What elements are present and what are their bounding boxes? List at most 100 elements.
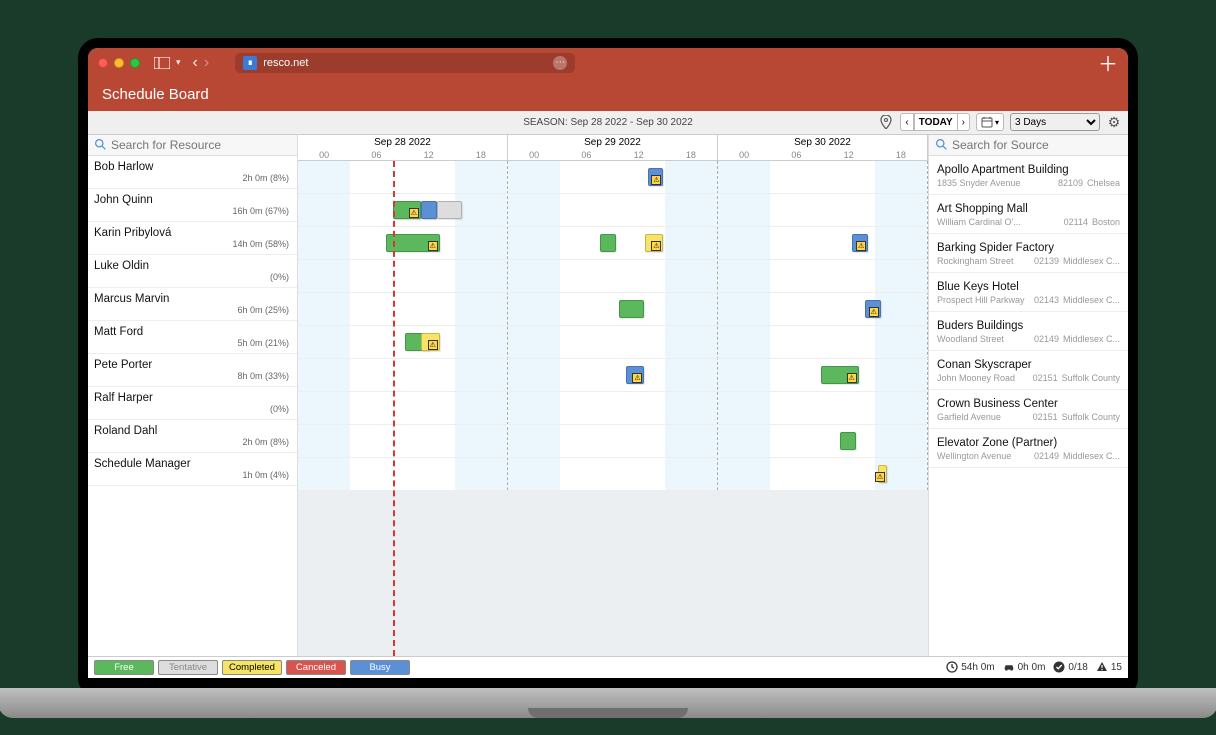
resource-name: Roland Dahl bbox=[94, 425, 289, 437]
clock-icon bbox=[946, 661, 958, 673]
resource-search[interactable] bbox=[88, 135, 297, 156]
resource-row[interactable]: Karin Pribylová14h 0m (58%) bbox=[88, 222, 297, 255]
warning-icon: ⚠ bbox=[428, 241, 438, 251]
resource-util: (0%) bbox=[94, 404, 289, 414]
source-address: John Mooney Road bbox=[937, 373, 1029, 383]
chevron-down-icon[interactable]: ▾ bbox=[176, 57, 181, 68]
address-bar[interactable]: ∎ resco.net ⋯ bbox=[235, 53, 575, 73]
resource-row[interactable]: Marcus Marvin6h 0m (25%) bbox=[88, 288, 297, 321]
source-item[interactable]: Conan SkyscraperJohn Mooney Road02151Suf… bbox=[929, 351, 1128, 390]
warning-icon: ⚠ bbox=[856, 241, 866, 251]
source-item[interactable]: Apollo Apartment Building1835 Snyder Ave… bbox=[929, 156, 1128, 195]
day-label: Sep 28 2022 bbox=[298, 135, 507, 150]
source-item[interactable]: Buders BuildingsWoodland Street02149Midd… bbox=[929, 312, 1128, 351]
today-button[interactable]: TODAY bbox=[914, 113, 958, 131]
legend-completed[interactable]: Completed bbox=[222, 660, 282, 675]
warning-icon: ⚠ bbox=[409, 208, 419, 218]
source-search[interactable] bbox=[929, 135, 1128, 156]
booking-block[interactable]: ⚠ bbox=[821, 366, 859, 384]
calendar-button[interactable]: ▾ bbox=[976, 113, 1004, 131]
source-address: Rockingham Street bbox=[937, 256, 1030, 266]
booking-block[interactable]: ⚠ bbox=[865, 300, 881, 318]
map-pin-icon[interactable] bbox=[878, 114, 894, 130]
booking-block[interactable]: ⚠ bbox=[626, 366, 645, 384]
source-zip: 02149 bbox=[1034, 334, 1059, 344]
resource-search-input[interactable] bbox=[111, 138, 291, 152]
resource-util: 1h 0m (4%) bbox=[94, 470, 289, 480]
source-region: Boston bbox=[1092, 217, 1120, 227]
legend-canceled[interactable]: Canceled bbox=[286, 660, 346, 675]
booking-block[interactable] bbox=[437, 201, 462, 219]
resource-util: 2h 0m (8%) bbox=[94, 173, 289, 183]
resource-list: Bob Harlow2h 0m (8%)John Quinn16h 0m (67… bbox=[88, 156, 297, 656]
resource-util: 16h 0m (67%) bbox=[94, 206, 289, 216]
source-address: Garfield Avenue bbox=[937, 412, 1029, 422]
source-zip: 02149 bbox=[1034, 451, 1059, 461]
booking-block[interactable]: ⚠ bbox=[421, 333, 440, 351]
source-item[interactable]: Blue Keys HotelProspect Hill Parkway0214… bbox=[929, 273, 1128, 312]
booking-block[interactable] bbox=[619, 300, 644, 318]
source-item[interactable]: Elevator Zone (Partner) Wellington Avenue… bbox=[929, 429, 1128, 468]
resource-name: Luke Oldin bbox=[94, 260, 289, 272]
source-title: Art Shopping Mall bbox=[937, 203, 1120, 215]
booking-block[interactable]: ⚠ bbox=[878, 465, 887, 483]
day-label: Sep 29 2022 bbox=[508, 135, 717, 150]
warning-icon: ⚠ bbox=[875, 472, 885, 482]
source-item[interactable]: Barking Spider FactoryRockingham Street0… bbox=[929, 234, 1128, 273]
booking-block[interactable] bbox=[421, 201, 437, 219]
booking-block[interactable] bbox=[600, 234, 616, 252]
hour-label: 12 bbox=[823, 150, 875, 160]
resource-name: Marcus Marvin bbox=[94, 293, 289, 305]
resource-name: Pete Porter bbox=[94, 359, 289, 371]
booking-block[interactable]: ⚠ bbox=[393, 201, 421, 219]
resource-row[interactable]: Schedule Manager1h 0m (4%) bbox=[88, 453, 297, 486]
source-item[interactable]: Art Shopping MallWilliam Cardinal O'...0… bbox=[929, 195, 1128, 234]
new-tab-button[interactable]: ＋ bbox=[1098, 48, 1118, 77]
gear-icon[interactable]: ⚙ bbox=[1106, 114, 1122, 130]
warning-icon bbox=[1096, 661, 1108, 673]
booking-block[interactable]: ⚠ bbox=[852, 234, 868, 252]
hour-label: 12 bbox=[613, 150, 665, 160]
window-max-dot[interactable] bbox=[130, 58, 140, 68]
source-address: Woodland Street bbox=[937, 334, 1030, 344]
legend-tentative[interactable]: Tentative bbox=[158, 660, 218, 675]
prev-button[interactable]: ‹ bbox=[900, 113, 913, 131]
booking-block[interactable]: ⚠ bbox=[648, 168, 664, 186]
resource-row[interactable]: Pete Porter8h 0m (33%) bbox=[88, 354, 297, 387]
resource-row[interactable]: Ralf Harper(0%) bbox=[88, 387, 297, 420]
browser-bar: ▾ ‹ › ∎ resco.net ⋯ ＋ bbox=[88, 48, 1128, 78]
range-select[interactable]: 3 Days bbox=[1010, 113, 1100, 131]
resource-row[interactable]: John Quinn16h 0m (67%) bbox=[88, 189, 297, 222]
next-button[interactable]: › bbox=[958, 113, 970, 131]
legend-busy[interactable]: Busy bbox=[350, 660, 410, 675]
source-search-input[interactable] bbox=[952, 138, 1122, 152]
source-item[interactable]: Crown Business CenterGarfield Avenue0215… bbox=[929, 390, 1128, 429]
source-title: Apollo Apartment Building bbox=[937, 164, 1120, 176]
more-icon[interactable]: ⋯ bbox=[553, 56, 567, 70]
resource-util: 2h 0m (8%) bbox=[94, 437, 289, 447]
toolbar: SEASON: Sep 28 2022 - Sep 30 2022 ‹ TODA… bbox=[88, 111, 1128, 135]
resource-row[interactable]: Bob Harlow2h 0m (8%) bbox=[88, 156, 297, 189]
resource-row[interactable]: Roland Dahl2h 0m (8%) bbox=[88, 420, 297, 453]
resource-util: 8h 0m (33%) bbox=[94, 371, 289, 381]
source-title: Elevator Zone (Partner) bbox=[937, 437, 1120, 449]
warning-icon: ⚠ bbox=[651, 175, 661, 185]
booking-block[interactable]: ⚠ bbox=[645, 234, 664, 252]
back-icon[interactable]: ‹ bbox=[193, 54, 198, 72]
window-min-dot[interactable] bbox=[114, 58, 124, 68]
warning-icon: ⚠ bbox=[428, 340, 438, 350]
resource-row[interactable]: Matt Ford5h 0m (21%) bbox=[88, 321, 297, 354]
sidebar-icon[interactable] bbox=[154, 57, 170, 69]
timeline-header: Sep 28 202200061218Sep 29 202200061218Se… bbox=[298, 135, 928, 161]
source-address: Wellington Avenue bbox=[937, 451, 1030, 461]
timeline-body[interactable]: ⚠⚠⚠⚠⚠⚠⚠⚠⚠⚠⚠⚠ bbox=[298, 161, 928, 656]
season-label: SEASON: Sep 28 2022 - Sep 30 2022 bbox=[523, 117, 693, 128]
legend-free[interactable]: Free bbox=[94, 660, 154, 675]
hour-label: 06 bbox=[560, 150, 612, 160]
window-close-dot[interactable] bbox=[98, 58, 108, 68]
resource-row[interactable]: Luke Oldin(0%) bbox=[88, 255, 297, 288]
booking-block[interactable] bbox=[840, 432, 856, 450]
source-title: Crown Business Center bbox=[937, 398, 1120, 410]
site-icon: ∎ bbox=[243, 56, 257, 70]
source-address: William Cardinal O'... bbox=[937, 217, 1060, 227]
